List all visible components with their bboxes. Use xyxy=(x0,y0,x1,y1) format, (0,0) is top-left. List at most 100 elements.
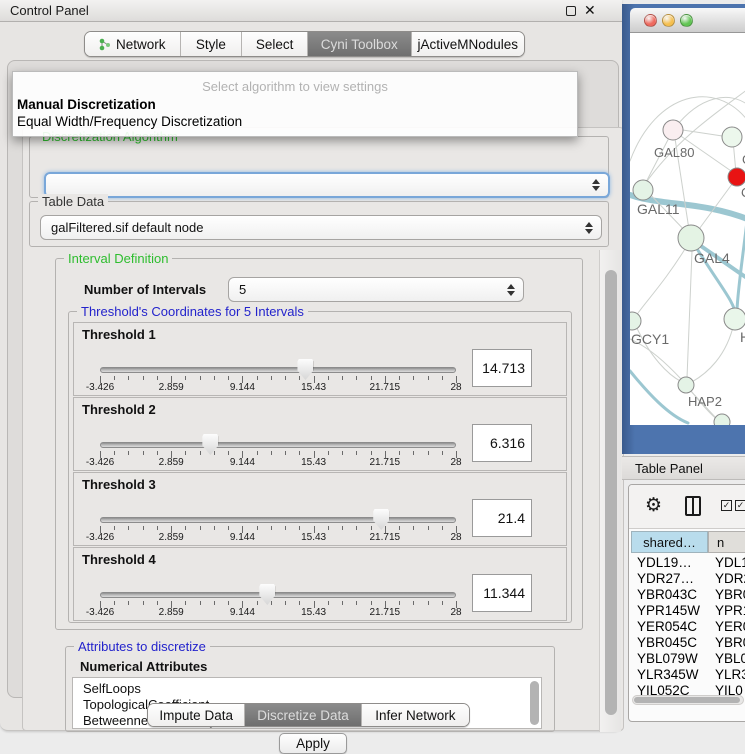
tab-cyni-toolbox[interactable]: Cyni Toolbox xyxy=(308,32,412,56)
tab-select[interactable]: Select xyxy=(242,32,308,56)
network-node[interactable] xyxy=(663,120,683,140)
network-node[interactable] xyxy=(724,308,745,330)
network-edge[interactable] xyxy=(687,251,692,378)
table-row[interactable]: YLR345WYLR3 xyxy=(631,667,745,683)
table-cell: YBL0 xyxy=(715,651,745,666)
network-node[interactable] xyxy=(630,312,641,330)
checkbox-icon[interactable]: ✓ xyxy=(721,500,732,511)
table-hscroll-thumb[interactable] xyxy=(634,697,740,703)
slider-tick xyxy=(371,376,372,380)
slider-tick-label: 21.715 xyxy=(370,532,401,543)
tab-style[interactable]: Style xyxy=(181,32,243,56)
threshold-slider-track[interactable] xyxy=(100,367,456,373)
threshold-slider-track[interactable] xyxy=(100,592,456,598)
network-canvas[interactable]: GAL80GCGAL11GAL4GCY1HHAP2 xyxy=(630,33,745,425)
network-node[interactable] xyxy=(714,414,730,425)
threshold-slider-thumb[interactable] xyxy=(373,509,389,530)
slider-tick xyxy=(285,526,286,530)
table-column-header[interactable]: shared… xyxy=(631,531,708,553)
slider-tick xyxy=(342,526,343,530)
settings-scrollbar-thumb[interactable] xyxy=(605,270,617,715)
threshold-value-field[interactable]: 11.344 xyxy=(472,574,532,612)
table-row[interactable]: YDL19…YDL1 xyxy=(631,555,745,571)
network-edge[interactable] xyxy=(634,241,690,319)
cyni-toolbox-panel: Discretization Algorithm Table Data galF… xyxy=(7,60,619,698)
table-cell: YLR3 xyxy=(715,667,745,682)
checkbox-icon[interactable]: ✓ xyxy=(735,500,745,511)
table-cell: YDR2 xyxy=(715,571,745,586)
network-node[interactable] xyxy=(678,225,704,251)
apply-button[interactable]: Apply xyxy=(279,733,347,754)
tab-jactivemnodules[interactable]: jActiveMNodules xyxy=(412,32,524,56)
threshold-value-field[interactable]: 21.4 xyxy=(472,499,532,537)
slider-tick xyxy=(299,601,300,605)
number-of-intervals-combobox[interactable]: 5 xyxy=(228,277,524,302)
algorithm-option[interactable]: Manual Discretization xyxy=(17,97,156,112)
slider-tick xyxy=(285,601,286,605)
close-icon[interactable]: ✕ xyxy=(584,2,596,19)
network-view-window: GAL80GCGAL11GAL4GCY1HHAP2 xyxy=(622,4,745,454)
table-panel-title: Table Panel xyxy=(635,461,703,476)
table-row[interactable]: YBR045CYBR0 xyxy=(631,635,745,651)
tab-impute-data[interactable]: Impute Data xyxy=(148,704,245,726)
network-edge[interactable] xyxy=(688,323,734,384)
threshold-label: Threshold 2 xyxy=(82,402,156,417)
network-edge[interactable] xyxy=(676,129,729,137)
algorithm-placeholder-option[interactable]: Select algorithm to view settings xyxy=(13,79,577,94)
settings-vertical-scrollbar[interactable] xyxy=(599,250,621,732)
threshold-slider-thumb[interactable] xyxy=(259,584,275,605)
table-row[interactable]: YPR145WYPR1 xyxy=(631,603,745,619)
algorithm-option[interactable]: Equal Width/Frequency Discretization xyxy=(17,114,242,129)
slider-tick xyxy=(342,451,343,455)
table-column-header[interactable]: n xyxy=(708,531,745,553)
network-node-label: GAL80 xyxy=(654,145,694,160)
discretize-settings-panel: Discretization Algorithm Table Data galF… xyxy=(22,127,624,731)
slider-tick xyxy=(114,526,115,530)
threshold-slider-thumb[interactable] xyxy=(202,434,218,455)
table-row[interactable]: YBL079WYBL0 xyxy=(631,651,745,667)
slider-tick xyxy=(214,526,215,530)
network-edge[interactable] xyxy=(674,97,745,129)
control-panel: Control Panel ✕ NetworkStyleSelectCyni T… xyxy=(0,0,622,731)
gear-icon[interactable]: ⚙ xyxy=(645,494,662,517)
table-header-row: shared…n xyxy=(631,531,745,553)
threshold-slider-track[interactable] xyxy=(100,517,456,523)
tab-network[interactable]: Network xyxy=(85,32,181,56)
table-row[interactable]: YDR27…YDR2 xyxy=(631,571,745,587)
threshold-slider-track[interactable] xyxy=(100,442,456,448)
network-node-label: GAL4 xyxy=(694,250,730,266)
threshold-value-field[interactable]: 6.316 xyxy=(472,424,532,462)
slider-tick xyxy=(228,376,229,380)
network-edge[interactable] xyxy=(630,371,688,423)
network-node[interactable] xyxy=(728,168,745,186)
table-row[interactable]: YBR043CYBR0 xyxy=(631,587,745,603)
table-panel: ⚙ ✓ ✓ shared…n YDL19…YDL1YDR27…YDR2YBR04… xyxy=(628,484,745,722)
slider-tick xyxy=(228,601,229,605)
slider-tick xyxy=(185,601,186,605)
split-columns-icon[interactable] xyxy=(685,496,701,516)
table-data-combobox[interactable]: galFiltered.sif default node xyxy=(40,215,602,240)
network-node[interactable] xyxy=(633,180,653,200)
zoom-traffic-light[interactable] xyxy=(680,14,693,27)
slider-tick xyxy=(200,376,201,380)
slider-tick-label: 9.144 xyxy=(230,607,255,618)
threshold-value-field[interactable]: 14.713 xyxy=(472,349,532,387)
slider-tick xyxy=(200,601,201,605)
close-traffic-light[interactable] xyxy=(644,14,657,27)
tab-infer-network[interactable]: Infer Network xyxy=(362,704,469,726)
network-edge[interactable] xyxy=(737,213,745,310)
tab-discretize-data[interactable]: Discretize Data xyxy=(245,704,361,726)
algorithm-combobox[interactable] xyxy=(44,172,610,198)
table-cell: YPR1 xyxy=(715,603,745,618)
attribute-item[interactable]: SelfLoops xyxy=(83,681,141,697)
minimize-traffic-light[interactable] xyxy=(662,14,675,27)
network-node[interactable] xyxy=(678,377,694,393)
table-horizontal-scrollbar[interactable] xyxy=(632,695,744,705)
network-node[interactable] xyxy=(722,127,742,147)
network-window-titlebar[interactable] xyxy=(630,8,745,33)
table-row[interactable]: YER054CYER0 xyxy=(631,619,745,635)
float-window-icon[interactable] xyxy=(566,6,576,16)
combo-stepper-icon xyxy=(592,179,600,191)
attributes-list-scrollbar[interactable] xyxy=(530,681,539,725)
thresholds-group: Threshold's Coordinates for 5 Intervals … xyxy=(68,311,572,623)
